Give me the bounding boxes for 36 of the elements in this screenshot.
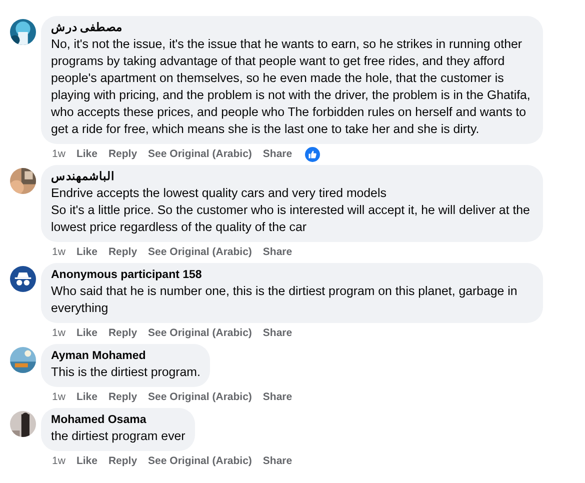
comment-text: No, it's not the issue, it's the issue that he wants to earn, so he strikes in running other programs by taking advantage of that people want to get free rides, and they afford people's apartment on themselves, so he even made the hole, that the customer is playing with pricing, and the problem is not with the driver, the problem is in the Ghatifa, who accepts these prices, and people who The forbidden rules on herself and wants to get a ride for free, which means she is the last one to take her and she is dirty.: [51, 36, 532, 138]
see-original-link[interactable]: See Original (Arabic): [148, 148, 252, 160]
like-link[interactable]: Like: [76, 455, 98, 467]
share-link[interactable]: Share: [262, 246, 292, 258]
see-original-link[interactable]: See Original (Arabic): [148, 391, 252, 403]
comment-author[interactable]: الباشمهندس: [51, 170, 533, 185]
comment-text: the dirtiest program ever: [51, 428, 186, 445]
comment-time[interactable]: 1w: [52, 327, 66, 339]
comment-author[interactable]: Ayman Mohamed: [51, 349, 200, 364]
share-link[interactable]: Share: [262, 148, 292, 160]
comment-text: Who said that he is number one, this is the dirtiest program on this planet, garbage in everything: [51, 283, 518, 317]
reply-link[interactable]: Reply: [108, 391, 138, 403]
like-link[interactable]: Like: [76, 148, 98, 160]
share-link[interactable]: Share: [262, 455, 292, 467]
like-link[interactable]: Like: [76, 246, 98, 258]
share-link[interactable]: Share: [262, 327, 292, 339]
reply-link[interactable]: Reply: [108, 327, 138, 339]
comment-author[interactable]: Anonymous participant 158: [51, 268, 533, 283]
comment-author[interactable]: مصطفى درش: [51, 21, 533, 36]
comment-time[interactable]: 1w: [52, 246, 66, 258]
anonymous-avatar-icon: [10, 266, 36, 292]
share-link[interactable]: Share: [262, 391, 292, 403]
comment-author[interactable]: Mohamed Osama: [51, 413, 186, 428]
reply-link[interactable]: Reply: [108, 246, 138, 258]
see-original-link[interactable]: See Original (Arabic): [148, 327, 252, 339]
like-link[interactable]: Like: [76, 391, 98, 403]
comment-time[interactable]: 1w: [52, 148, 66, 160]
comment-time[interactable]: 1w: [52, 455, 66, 467]
comment-text: This is the dirtiest program.: [51, 364, 200, 381]
comment-text: Endrive accepts the lowest quality cars and very tired models So it's a little price. So the customer who is interested will accept it, he will deliver at the lowest price regardless of the quality of the car: [51, 185, 531, 236]
reply-link[interactable]: Reply: [108, 148, 138, 160]
like-link[interactable]: Like: [76, 327, 98, 339]
comment-time[interactable]: 1w: [52, 391, 66, 403]
reply-link[interactable]: Reply: [108, 455, 138, 467]
see-original-link[interactable]: See Original (Arabic): [148, 455, 252, 467]
see-original-link[interactable]: See Original (Arabic): [148, 246, 252, 258]
